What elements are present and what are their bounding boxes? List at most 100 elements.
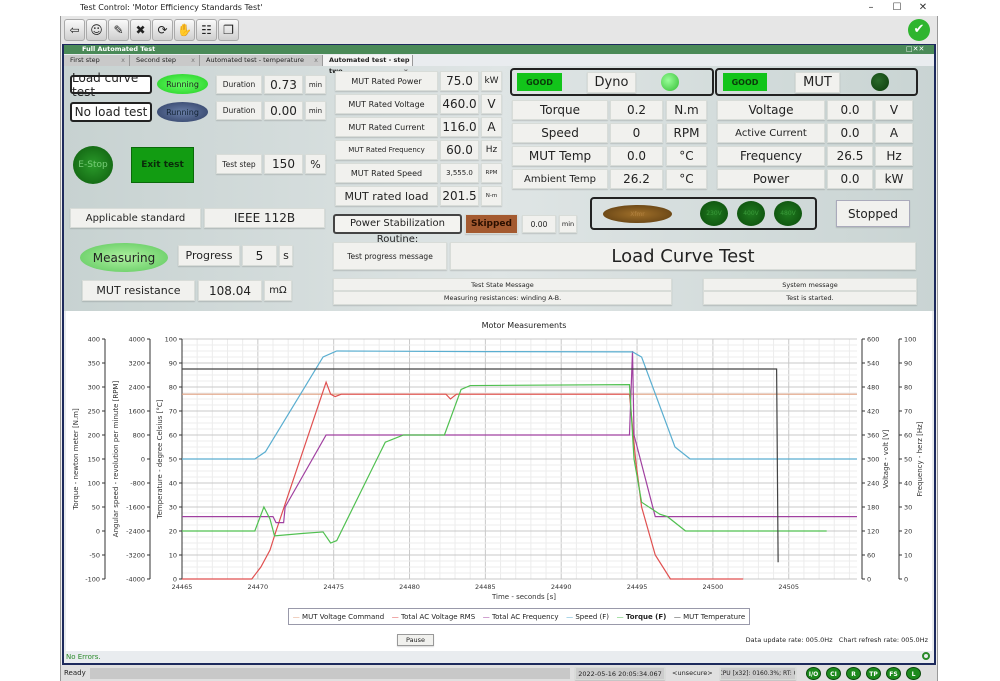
torque-tick-label: 350 (88, 360, 100, 368)
legend-label: Torque (F) (625, 612, 667, 621)
freq-tick-label: 90 (904, 360, 912, 368)
x-tick-label: 24500 (703, 583, 724, 591)
save-icon[interactable]: ✎ (108, 19, 129, 41)
tab-close-icon[interactable]: x (314, 55, 318, 66)
volt-tick-label: 420 (867, 408, 879, 416)
x-tick-label: 24470 (247, 583, 268, 591)
rated-unit: V (481, 94, 502, 114)
chart-legend: — MUT Voltage Command — Total AC Voltage … (288, 608, 750, 625)
network-icon[interactable]: ☷ (196, 19, 217, 41)
x-tick-label: 24495 (627, 583, 648, 591)
torque-tick-label: 300 (88, 384, 100, 392)
delete-icon[interactable]: ✖ (130, 19, 151, 41)
temp-tick-label: 40 (169, 480, 177, 488)
dyno-row-value: 0.2 (610, 100, 663, 120)
x-tick-label: 24475 (323, 583, 344, 591)
torque-tick-label: 400 (88, 336, 100, 344)
rated-value: 3,555.0 (440, 163, 479, 183)
series-mut-temperature (182, 368, 779, 563)
tap-480V-indicator: 480V (774, 201, 802, 226)
speed-tick-label: 4000 (128, 336, 145, 344)
x-tick-label: 24490 (551, 583, 572, 591)
mut-row-value: 0.0 (827, 100, 873, 120)
user-icon[interactable]: ☺ (86, 19, 107, 41)
indicator-tp: TP (866, 667, 881, 680)
legend-label: MUT Voltage Command (302, 612, 385, 621)
legend-label: Total AC Frequency (492, 612, 559, 621)
legend-item[interactable]: — Speed (F) (566, 613, 609, 621)
temp-tick-label: 30 (169, 504, 177, 512)
tab-label: First step (70, 56, 100, 64)
torque-tick-label: 250 (88, 408, 100, 416)
stop-hand-icon[interactable]: ✋ (174, 19, 195, 41)
refresh-icon[interactable] (922, 652, 930, 660)
rated-label: MUT Rated Speed (335, 163, 438, 183)
indicator-l: L (906, 667, 921, 680)
legend-item[interactable]: — Total AC Voltage RMS (392, 613, 475, 621)
legend-item[interactable]: — MUT Voltage Command (293, 613, 384, 621)
legend-item[interactable]: — Torque (F) (617, 613, 667, 621)
mut-row-label: Power (717, 169, 825, 189)
volt-tick-label: 300 (867, 456, 879, 464)
rated-value: 460.0 (440, 94, 479, 114)
tab-close-icon[interactable]: x (191, 55, 195, 66)
volt-tick-label: 180 (867, 504, 879, 512)
dyno-row-label: Ambient Temp (512, 169, 608, 189)
x-axis-label: Time - seconds [s] (491, 593, 556, 601)
pause-button[interactable]: Pause (397, 634, 434, 646)
legend-swatch: — (482, 612, 492, 621)
freq-tick-label: 0 (904, 576, 908, 584)
tap-230V-indicator: 230V (700, 201, 728, 226)
dyno-row-label: MUT Temp (512, 146, 608, 166)
tab-close-icon[interactable]: x (121, 55, 125, 66)
torque-tick-label: 100 (88, 480, 100, 488)
tab-0[interactable]: First step x (64, 55, 130, 66)
mut-row-label: Voltage (717, 100, 825, 120)
mut-row-label: Frequency (717, 146, 825, 166)
tab-3[interactable]: Automated test - step twox (323, 55, 413, 75)
volt-tick-label: 480 (867, 384, 879, 392)
legend-item[interactable]: — Total AC Frequency (483, 613, 559, 621)
series-total-ac-frequency (182, 350, 857, 524)
tab-label: Second step (136, 56, 177, 64)
rated-unit: A (481, 117, 502, 137)
speed-tick-label: 3200 (128, 360, 145, 368)
torque-tick-label: 200 (88, 432, 100, 440)
temp-tick-label: 50 (169, 456, 177, 464)
rated-label: MUT Rated Power (335, 71, 438, 91)
legend-swatch: — (566, 612, 576, 621)
freq-tick-label: 10 (904, 552, 912, 560)
temp-axis-label: Temperature - degree Celsius [°C] (156, 399, 164, 519)
tap-400V-indicator: 400V (737, 201, 765, 226)
indicator-io: I/O (806, 667, 821, 680)
torque-tick-label: -50 (89, 552, 100, 560)
volt-tick-label: 360 (867, 432, 879, 440)
dyno-row-label: Speed (512, 123, 608, 143)
exit-icon[interactable]: ⇦ (64, 19, 85, 41)
freq-tick-label: 100 (904, 336, 916, 344)
legend-item[interactable]: — MUT Temperature (674, 613, 745, 621)
tab-1[interactable]: Second step x (130, 55, 200, 66)
tab-2[interactable]: Automated test - temperature x (200, 55, 323, 66)
mut-row-value: 0.0 (827, 169, 873, 189)
dyno-row-unit: °C (666, 146, 707, 166)
security-text: <unsecure> (672, 669, 713, 677)
speed-tick-label: -800 (130, 480, 145, 488)
windows-icon[interactable]: ❐ (218, 19, 239, 41)
freq-axis-label: Frequency - herz [Hz] (916, 421, 924, 496)
torque-tick-label: 0 (96, 528, 100, 536)
error-message: No Errors. (66, 653, 101, 661)
x-tick-label: 24465 (172, 583, 193, 591)
refresh-icon[interactable]: ⟳ (152, 19, 173, 41)
freq-tick-label: 20 (904, 528, 912, 536)
legend-swatch: — (616, 612, 626, 621)
freq-tick-label: 60 (904, 432, 912, 440)
temp-tick-label: 0 (173, 576, 177, 584)
rated-label: MUT rated load (335, 186, 438, 206)
x-tick-label: 24485 (475, 583, 496, 591)
dyno-row-unit: RPM (666, 123, 707, 143)
rated-label: MUT Rated Frequency (335, 140, 438, 160)
cpu-text: CPU [x32]: 0160.3%; RT: 0 (720, 667, 796, 680)
mut-row-unit: V (875, 100, 913, 120)
dyno-row-label: Torque (512, 100, 608, 120)
